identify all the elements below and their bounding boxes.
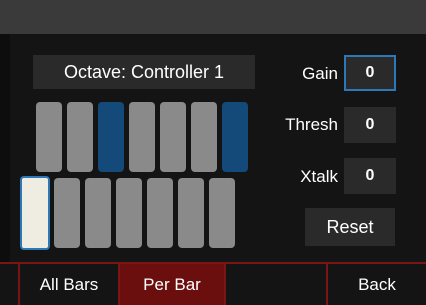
- bar-bottom-6[interactable]: [178, 178, 204, 248]
- page-title: Octave: Controller 1: [33, 55, 255, 89]
- bar-top-7[interactable]: [222, 102, 248, 172]
- bottom-left-divider: [18, 262, 20, 305]
- bar-top-6[interactable]: [191, 102, 217, 172]
- reset-button[interactable]: Reset: [305, 208, 395, 246]
- bar-top-1[interactable]: [36, 102, 62, 172]
- bar-top-2[interactable]: [67, 102, 93, 172]
- bar-top-4[interactable]: [129, 102, 155, 172]
- xtalk-label: Xtalk: [300, 167, 338, 186]
- bar-bottom-7[interactable]: [209, 178, 235, 248]
- bar-top-3[interactable]: [98, 102, 124, 172]
- bar-bottom-4[interactable]: [116, 178, 142, 248]
- bar-top-5[interactable]: [160, 102, 186, 172]
- xtalk-field[interactable]: 0: [344, 158, 396, 194]
- tab-per-bar[interactable]: Per Bar: [120, 264, 226, 305]
- tab-all-bars[interactable]: All Bars: [20, 264, 120, 305]
- tab-empty[interactable]: [226, 264, 328, 305]
- bar-bottom-2[interactable]: [54, 178, 80, 248]
- gain-field[interactable]: 0: [344, 55, 396, 91]
- gain-label: Gain: [302, 64, 338, 83]
- thresh-label: Thresh: [285, 115, 338, 134]
- bottom-nav: All Bars Per Bar Back: [0, 262, 426, 305]
- bar-bottom-3[interactable]: [85, 178, 111, 248]
- bar-bottom-5[interactable]: [147, 178, 173, 248]
- back-button[interactable]: Back: [328, 264, 426, 305]
- top-bar: [0, 0, 426, 34]
- bar-bottom-1[interactable]: [20, 176, 50, 250]
- thresh-field[interactable]: 0: [344, 107, 396, 143]
